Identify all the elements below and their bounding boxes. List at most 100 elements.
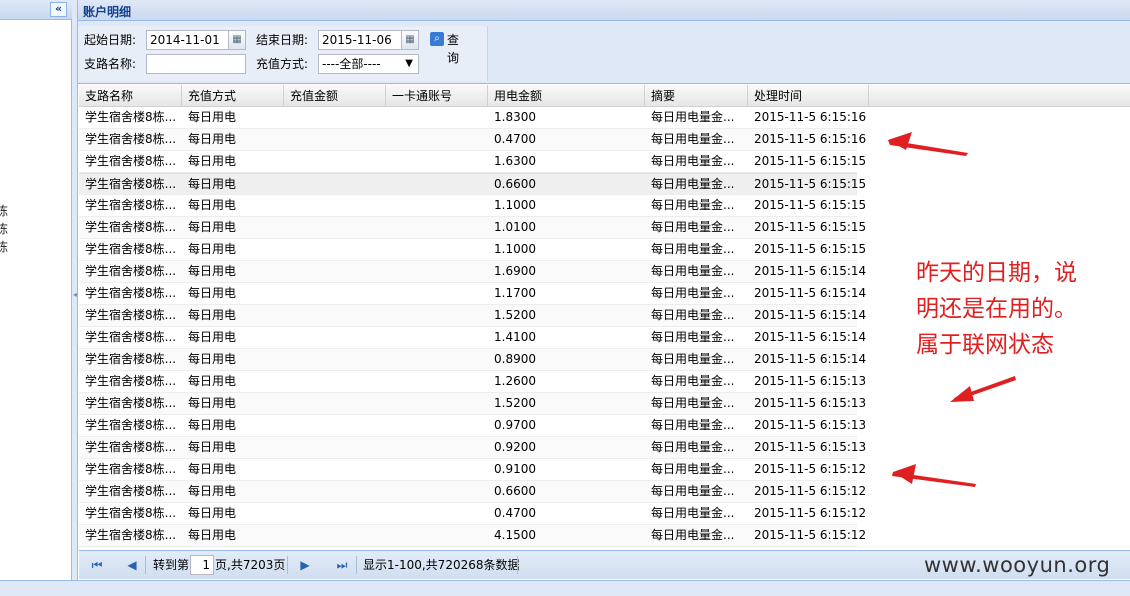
cell-branch-name: 学生宿舍楼8栋...	[85, 154, 177, 168]
column-header-card-account[interactable]: 一卡通账号	[386, 85, 488, 107]
branch-name-input[interactable]	[146, 54, 246, 74]
table-row[interactable]: 学生宿舍楼8栋... 每日用电 1.0100 每日用电量金... 2015-11-5 6…	[79, 217, 866, 239]
cell-card-account	[386, 393, 488, 414]
table-row[interactable]: 学生宿舍楼8栋... 每日用电 0.8900 每日用电量金... 2015-11-5 6…	[79, 349, 866, 371]
table-row[interactable]: 学生宿舍楼8栋... 每日用电 1.5200 每日用电量金... 2015-11-5 6…	[79, 305, 866, 327]
cell-recharge-amount	[284, 129, 386, 150]
splitter-grip-icon[interactable]: ◂	[73, 290, 77, 300]
table-row[interactable]: 学生宿舍楼8栋... 每日用电 0.9700 每日用电量金... 2015-11-5 6…	[79, 415, 866, 437]
query-button-label: 查询	[447, 33, 460, 65]
tree-item[interactable]	[0, 130, 16, 148]
cell-branch-name: 学生宿舍楼8栋...	[85, 220, 177, 234]
calendar-icon[interactable]: ▦	[228, 31, 245, 49]
cell-electricity-amount: 4.1500	[494, 528, 536, 542]
cell-branch-name: 学生宿舍楼8栋...	[85, 506, 177, 520]
tree-item[interactable]: 栋	[0, 238, 16, 256]
cell-branch-name: 学生宿舍楼8栋...	[85, 418, 177, 432]
table-row[interactable]: 学生宿舍楼8栋... 每日用电 0.9100 每日用电量金... 2015-11-5 6…	[79, 459, 866, 481]
collapse-panel-button[interactable]: «	[50, 2, 67, 17]
table-row[interactable]: 学生宿舍楼8栋... 每日用电 1.1000 每日用电量金... 2015-11-5 6…	[79, 195, 866, 217]
cell-recharge-method: 每日用电	[188, 110, 237, 124]
cell-summary: 每日用电量金...	[651, 242, 735, 256]
cell-card-account	[386, 217, 488, 238]
start-date-input[interactable]: 2014-11-01 ▦	[146, 30, 246, 50]
column-header-recharge-method[interactable]: 充值方式	[182, 85, 284, 107]
column-header-summary[interactable]: 摘要	[645, 85, 748, 107]
page-number-input[interactable]: 1	[190, 555, 214, 575]
cell-summary: 每日用电量金...	[651, 132, 735, 146]
main-title-bar	[78, 0, 1130, 21]
tree-item[interactable]: 栋	[0, 220, 16, 238]
cell-branch-name: 学生宿舍楼8栋...	[85, 177, 177, 191]
cell-process-time: 2015-11-5 6:15:12	[754, 528, 867, 542]
left-tree-panel: 栋栋栋	[0, 0, 72, 596]
cell-summary: 每日用电量金...	[651, 352, 735, 366]
cell-electricity-amount: 1.2600	[494, 374, 536, 388]
column-header-process-time[interactable]: 处理时间	[748, 85, 869, 107]
cell-card-account	[386, 261, 488, 282]
cell-summary: 每日用电量金...	[651, 177, 735, 191]
cell-recharge-method: 每日用电	[188, 484, 237, 498]
toolbar-divider	[356, 556, 357, 574]
tree-item[interactable]: 栋	[0, 202, 16, 220]
cell-recharge-method: 每日用电	[188, 506, 237, 520]
cell-summary: 每日用电量金...	[651, 308, 735, 322]
calendar-icon[interactable]: ▦	[401, 31, 418, 49]
table-row[interactable]: 学生宿舍楼8栋... 每日用电 1.5200 每日用电量金... 2015-11-5 6…	[79, 393, 866, 415]
start-date-value: 2014-11-01	[150, 33, 220, 47]
branch-name-label: 支路名称:	[84, 57, 137, 71]
tree-item[interactable]	[0, 166, 16, 184]
cell-process-time: 2015-11-5 6:15:15	[754, 154, 867, 168]
end-date-input[interactable]: 2015-11-06 ▦	[318, 30, 419, 50]
end-date-label: 结束日期:	[256, 33, 309, 47]
table-row[interactable]: 学生宿舍楼8栋... 每日用电 4.1500 每日用电量金... 2015-11-5 6…	[79, 525, 866, 547]
table-row[interactable]: 学生宿舍楼8栋... 每日用电 0.6600 每日用电量金... 2015-11-5 6…	[79, 173, 866, 195]
column-header-recharge-amount[interactable]: 充值金额	[284, 85, 386, 107]
cell-card-account	[386, 151, 488, 172]
table-row[interactable]: 学生宿舍楼8栋... 每日用电 0.6600 每日用电量金... 2015-11-5 6…	[79, 481, 866, 503]
cell-branch-name: 学生宿舍楼8栋...	[85, 352, 177, 366]
table-row[interactable]: 学生宿舍楼8栋... 每日用电 1.1700 每日用电量金... 2015-11-5 6…	[79, 283, 866, 305]
tree-item[interactable]	[0, 112, 16, 130]
tree-item[interactable]	[0, 76, 16, 94]
tree-item[interactable]	[0, 40, 16, 58]
annotation-line-3: 属于联网状态	[916, 332, 1054, 358]
tree-item[interactable]	[0, 94, 16, 112]
table-row[interactable]: 学生宿舍楼8栋... 每日用电 1.4100 每日用电量金... 2015-11-5 6…	[79, 327, 866, 349]
table-row[interactable]: 学生宿舍楼8栋... 每日用电 0.4700 每日用电量金... 2015-11-5 6…	[79, 129, 866, 151]
cell-process-time: 2015-11-5 6:15:16	[754, 110, 867, 124]
tree-item[interactable]	[0, 58, 16, 76]
cell-electricity-amount: 1.6300	[494, 154, 536, 168]
prev-page-icon[interactable]: ◀	[124, 557, 140, 573]
annotation-line-2: 明还是在用的。	[916, 296, 1077, 322]
cell-recharge-amount	[284, 437, 386, 458]
table-row[interactable]: 学生宿舍楼8栋... 每日用电 1.1000 每日用电量金... 2015-11-5 6…	[79, 239, 866, 261]
cell-card-account	[386, 481, 488, 502]
table-row[interactable]: 学生宿舍楼8栋... 每日用电 1.8300 每日用电量金... 2015-11-5 6…	[79, 107, 866, 129]
first-page-icon[interactable]: ⏮	[89, 557, 105, 573]
recharge-method-select[interactable]: ----全部---- ▼	[318, 54, 419, 74]
cell-recharge-method: 每日用电	[188, 462, 237, 476]
table-row[interactable]: 学生宿舍楼8栋... 每日用电 0.9200 每日用电量金... 2015-11-5 6…	[79, 437, 866, 459]
cell-process-time: 2015-11-5 6:15:12	[754, 484, 867, 498]
column-header-branch-name[interactable]: 支路名称	[79, 85, 182, 107]
tree-item[interactable]	[0, 148, 16, 166]
column-header-electricity-amount[interactable]: 用电金额	[488, 85, 645, 107]
cell-card-account	[386, 349, 488, 370]
table-row[interactable]: 学生宿舍楼8栋... 每日用电 1.6900 每日用电量金... 2015-11-5 6…	[79, 261, 866, 283]
cell-recharge-amount	[284, 261, 386, 282]
tree-item[interactable]	[0, 22, 16, 40]
table-row[interactable]: 学生宿舍楼8栋... 每日用电 0.4700 每日用电量金... 2015-11-5 6…	[79, 503, 866, 525]
cell-recharge-method: 每日用电	[188, 330, 237, 344]
tree-item[interactable]	[0, 184, 16, 202]
red-arrow-icon	[888, 132, 968, 156]
cell-recharge-amount	[284, 459, 386, 480]
cell-process-time: 2015-11-5 6:15:12	[754, 506, 867, 520]
last-page-icon[interactable]: ⏭	[334, 557, 350, 573]
table-row[interactable]: 学生宿舍楼8栋... 每日用电 1.6300 每日用电量金... 2015-11-5 6…	[79, 151, 866, 173]
cell-electricity-amount: 0.4700	[494, 506, 536, 520]
table-row[interactable]: 学生宿舍楼8栋... 每日用电 1.2600 每日用电量金... 2015-11-5 6…	[79, 371, 866, 393]
cell-recharge-amount	[284, 525, 386, 546]
cell-electricity-amount: 1.1000	[494, 198, 536, 212]
next-page-icon[interactable]: ▶	[297, 557, 313, 573]
